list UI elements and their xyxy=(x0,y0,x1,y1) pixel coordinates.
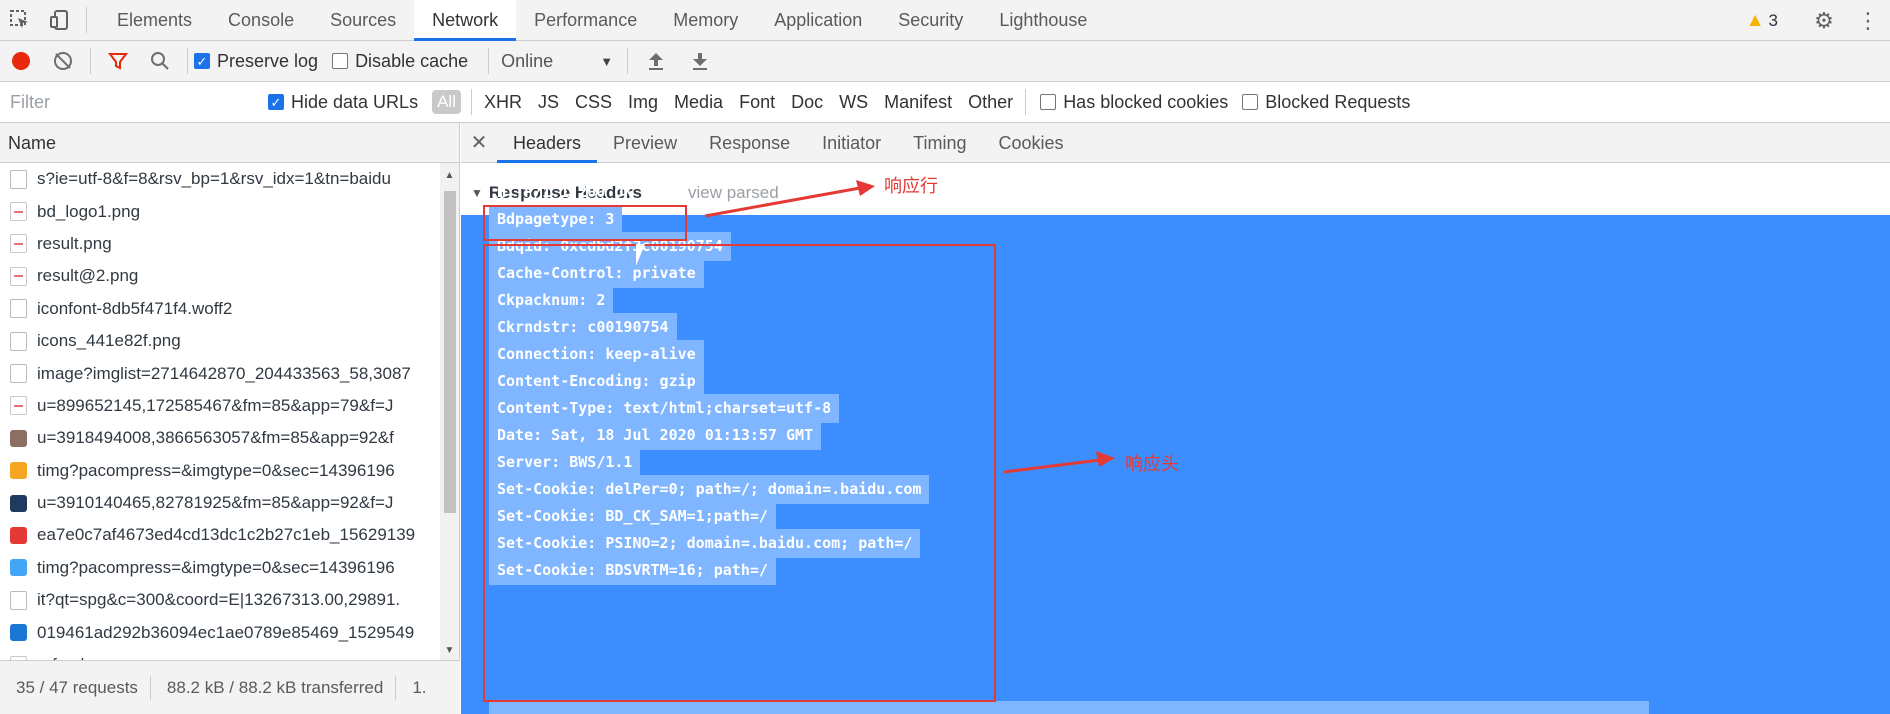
annotation-arrows xyxy=(704,180,1115,474)
response-line-label: 响应行 xyxy=(884,176,938,197)
response-headers-label: 响应头 xyxy=(1125,454,1179,475)
mouse-cursor-icon xyxy=(636,244,654,266)
